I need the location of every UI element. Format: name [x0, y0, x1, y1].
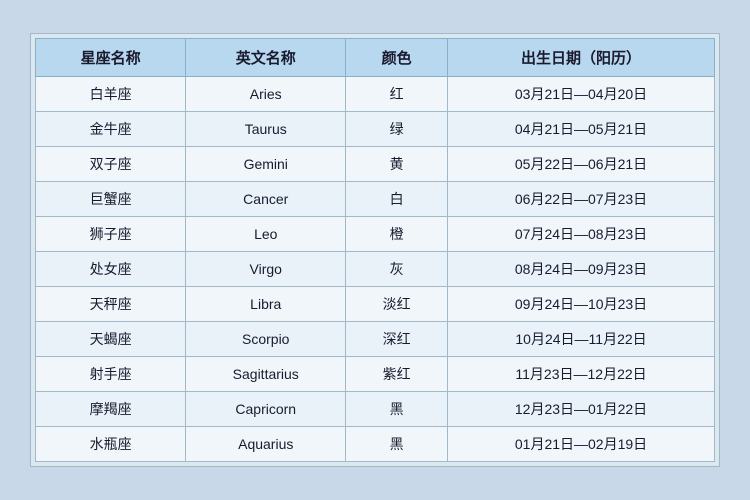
cell-color: 橙 [346, 217, 448, 252]
cell-english-name: Capricorn [186, 392, 346, 427]
cell-chinese-name: 处女座 [36, 252, 186, 287]
zodiac-table: 星座名称 英文名称 颜色 出生日期（阳历） 白羊座Aries红03月21日—04… [35, 38, 715, 462]
header-english-name: 英文名称 [186, 39, 346, 77]
cell-dates: 07月24日—08月23日 [448, 217, 715, 252]
cell-chinese-name: 天蝎座 [36, 322, 186, 357]
cell-english-name: Taurus [186, 112, 346, 147]
zodiac-table-container: 星座名称 英文名称 颜色 出生日期（阳历） 白羊座Aries红03月21日—04… [30, 33, 720, 467]
cell-color: 淡红 [346, 287, 448, 322]
table-row: 摩羯座Capricorn黑12月23日—01月22日 [36, 392, 715, 427]
cell-dates: 05月22日—06月21日 [448, 147, 715, 182]
cell-english-name: Sagittarius [186, 357, 346, 392]
header-dates: 出生日期（阳历） [448, 39, 715, 77]
cell-chinese-name: 摩羯座 [36, 392, 186, 427]
cell-english-name: Aquarius [186, 427, 346, 462]
table-row: 金牛座Taurus绿04月21日—05月21日 [36, 112, 715, 147]
header-color: 颜色 [346, 39, 448, 77]
table-row: 水瓶座Aquarius黑01月21日—02月19日 [36, 427, 715, 462]
cell-chinese-name: 狮子座 [36, 217, 186, 252]
cell-chinese-name: 天秤座 [36, 287, 186, 322]
cell-chinese-name: 金牛座 [36, 112, 186, 147]
cell-color: 黄 [346, 147, 448, 182]
table-row: 狮子座Leo橙07月24日—08月23日 [36, 217, 715, 252]
cell-english-name: Leo [186, 217, 346, 252]
cell-color: 灰 [346, 252, 448, 287]
cell-chinese-name: 水瓶座 [36, 427, 186, 462]
cell-dates: 12月23日—01月22日 [448, 392, 715, 427]
cell-english-name: Virgo [186, 252, 346, 287]
cell-dates: 09月24日—10月23日 [448, 287, 715, 322]
table-row: 巨蟹座Cancer白06月22日—07月23日 [36, 182, 715, 217]
cell-chinese-name: 巨蟹座 [36, 182, 186, 217]
cell-chinese-name: 射手座 [36, 357, 186, 392]
cell-color: 绿 [346, 112, 448, 147]
header-chinese-name: 星座名称 [36, 39, 186, 77]
cell-chinese-name: 白羊座 [36, 77, 186, 112]
cell-english-name: Gemini [186, 147, 346, 182]
cell-color: 白 [346, 182, 448, 217]
table-row: 白羊座Aries红03月21日—04月20日 [36, 77, 715, 112]
cell-color: 红 [346, 77, 448, 112]
table-header-row: 星座名称 英文名称 颜色 出生日期（阳历） [36, 39, 715, 77]
cell-color: 紫红 [346, 357, 448, 392]
cell-color: 深红 [346, 322, 448, 357]
table-row: 天蝎座Scorpio深红10月24日—11月22日 [36, 322, 715, 357]
table-row: 处女座Virgo灰08月24日—09月23日 [36, 252, 715, 287]
cell-dates: 03月21日—04月20日 [448, 77, 715, 112]
cell-dates: 04月21日—05月21日 [448, 112, 715, 147]
cell-color: 黑 [346, 392, 448, 427]
cell-dates: 06月22日—07月23日 [448, 182, 715, 217]
cell-color: 黑 [346, 427, 448, 462]
cell-chinese-name: 双子座 [36, 147, 186, 182]
cell-dates: 10月24日—11月22日 [448, 322, 715, 357]
cell-dates: 08月24日—09月23日 [448, 252, 715, 287]
table-row: 射手座Sagittarius紫红11月23日—12月22日 [36, 357, 715, 392]
cell-dates: 01月21日—02月19日 [448, 427, 715, 462]
cell-english-name: Cancer [186, 182, 346, 217]
cell-english-name: Aries [186, 77, 346, 112]
table-row: 天秤座Libra淡红09月24日—10月23日 [36, 287, 715, 322]
cell-dates: 11月23日—12月22日 [448, 357, 715, 392]
cell-english-name: Scorpio [186, 322, 346, 357]
table-row: 双子座Gemini黄05月22日—06月21日 [36, 147, 715, 182]
cell-english-name: Libra [186, 287, 346, 322]
